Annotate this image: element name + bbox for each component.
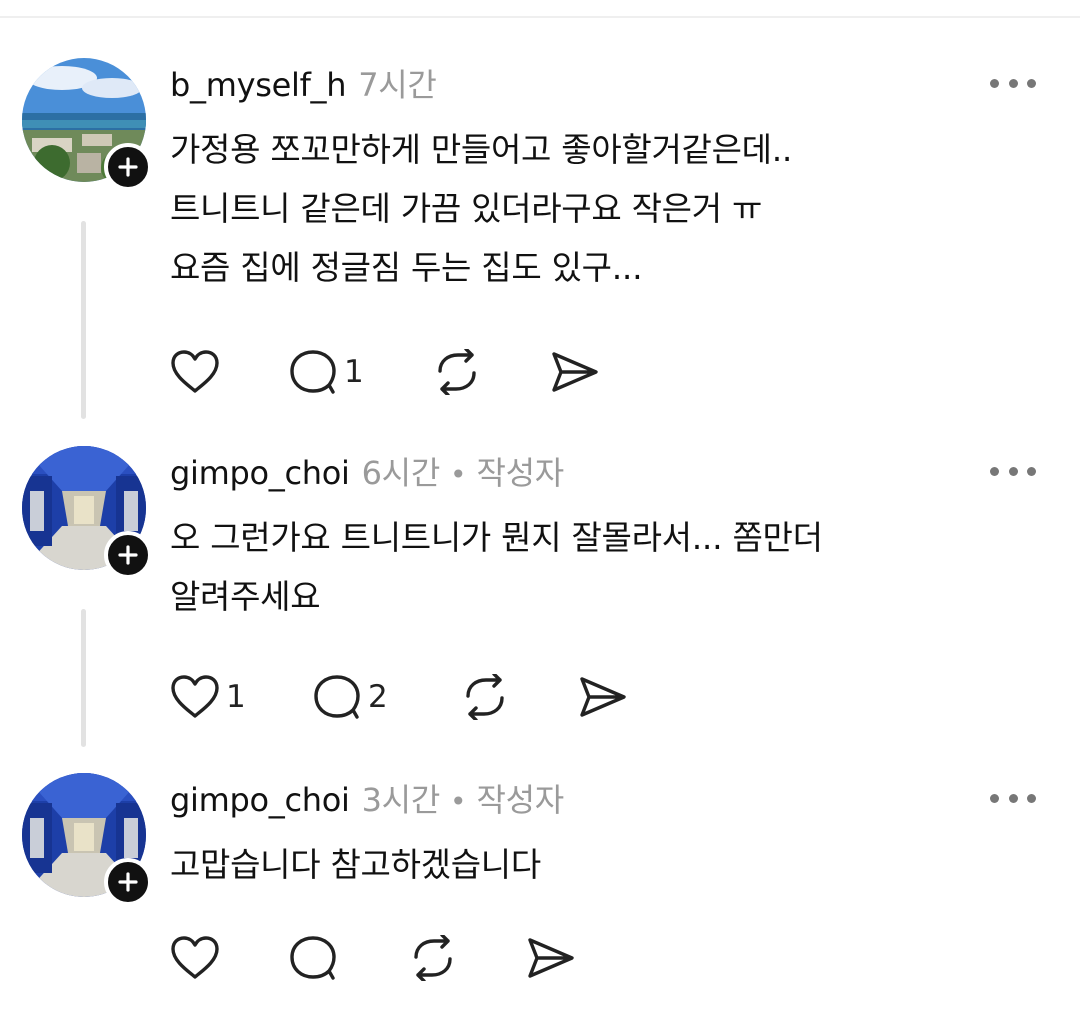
comment-icon	[314, 675, 360, 719]
comment-line: 오 그런가요 트니트니가 뭔지 잘몰라서... 쫌만더	[170, 518, 823, 557]
like-button[interactable]	[170, 347, 220, 397]
comment-line: 트니트니 같은데 가끔 있더라구요 작은거 ㅠ	[170, 189, 763, 228]
comment-header: gimpo_choi 6시간 • 작성자	[170, 448, 564, 492]
send-icon	[528, 938, 574, 978]
comment-line: 가정용 쪼꼬만하게 만들어고 좋아할거같은데..	[170, 130, 793, 169]
send-icon	[580, 677, 626, 717]
repost-button[interactable]	[408, 933, 458, 983]
follow-button[interactable]	[104, 531, 152, 579]
separator-dot: •	[449, 458, 467, 491]
more-icon[interactable]	[990, 76, 1036, 90]
repost-button[interactable]	[460, 672, 510, 722]
username[interactable]: b_myself_h	[170, 66, 347, 104]
repost-button[interactable]	[432, 347, 482, 397]
username[interactable]: gimpo_choi	[170, 781, 350, 819]
timestamp: 3시간	[361, 781, 441, 819]
comment-line: 알려주세요	[170, 577, 321, 616]
top-divider	[0, 16, 1080, 18]
repost-icon	[438, 349, 476, 395]
thread-line	[81, 221, 86, 419]
thread-line	[81, 609, 86, 747]
follow-button[interactable]	[104, 858, 152, 906]
share-button[interactable]	[578, 672, 628, 722]
reply-button[interactable]: 2	[312, 672, 388, 722]
reply-button[interactable]	[288, 933, 338, 983]
reply-count: 1	[344, 354, 364, 390]
comment-text: 고맙습니다 참고하겠습니다	[170, 835, 1050, 894]
comment-icon	[290, 350, 336, 394]
author-badge: 작성자	[476, 454, 564, 492]
username[interactable]: gimpo_choi	[170, 454, 350, 492]
more-icon[interactable]	[990, 791, 1036, 805]
heart-icon	[171, 350, 219, 393]
share-button[interactable]	[550, 347, 600, 397]
send-icon	[552, 352, 598, 392]
comment-header: b_myself_h 7시간	[170, 60, 437, 104]
comment-icon	[290, 936, 336, 980]
repost-icon	[466, 674, 504, 720]
comment-text: 오 그런가요 트니트니가 뭔지 잘몰라서... 쫌만더 알려주세요	[170, 508, 1050, 626]
repost-icon	[414, 935, 452, 981]
like-button[interactable]: 1	[170, 672, 246, 722]
reply-count: 2	[368, 679, 388, 715]
plus-icon	[118, 872, 138, 892]
comment-header: gimpo_choi 3시간 • 작성자	[170, 775, 564, 819]
comment-line: 고맙습니다 참고하겠습니다	[170, 845, 541, 884]
like-count: 1	[226, 679, 246, 715]
comment-text: 가정용 쪼꼬만하게 만들어고 좋아할거같은데.. 트니트니 같은데 가끔 있더라…	[170, 120, 1050, 297]
timestamp: 6시간	[361, 454, 441, 492]
follow-button[interactable]	[104, 143, 152, 191]
author-badge: 작성자	[476, 781, 564, 819]
heart-icon	[171, 675, 219, 718]
share-button[interactable]	[526, 933, 576, 983]
plus-icon	[118, 545, 138, 565]
plus-icon	[118, 157, 138, 177]
comment-line: 요즘 집에 정글짐 두는 집도 있구...	[170, 248, 643, 287]
more-icon[interactable]	[990, 464, 1036, 478]
reply-button[interactable]: 1	[288, 347, 364, 397]
timestamp: 7시간	[358, 66, 437, 104]
like-button[interactable]	[170, 933, 220, 983]
separator-dot: •	[449, 785, 467, 818]
heart-icon	[171, 936, 219, 979]
